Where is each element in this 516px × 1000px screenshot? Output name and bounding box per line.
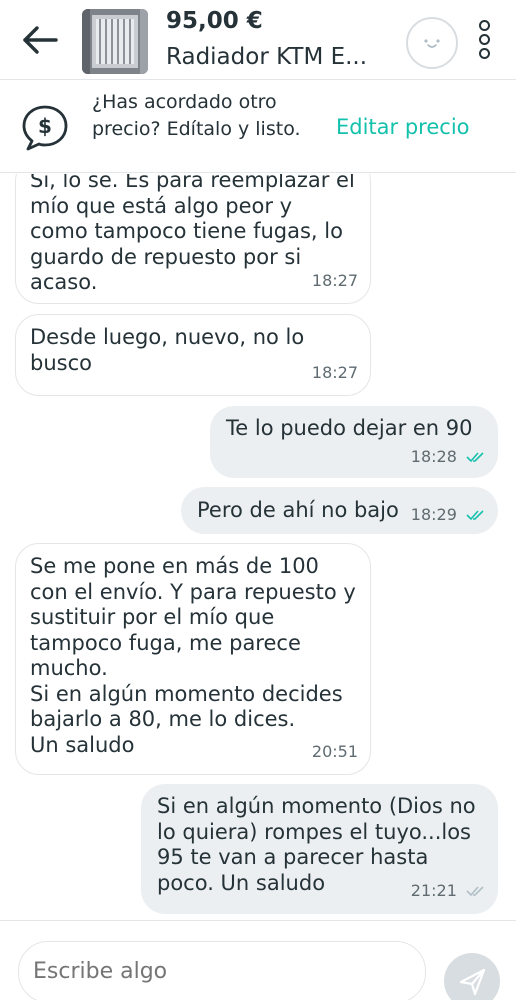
message-bubble-incoming: Sí, lo sé. Es para reemplazar el mío que… — [15, 174, 371, 304]
item-title[interactable]: Radiador KTM E... — [166, 44, 367, 70]
chat-header: 95,00 € Radiador KTM E... — [0, 0, 516, 80]
message-meta: 18:28 — [411, 444, 486, 470]
message-list[interactable]: Sí, lo sé. Es para reemplazar el mío que… — [0, 174, 516, 920]
send-icon — [459, 968, 486, 996]
price-chat-icon: $ — [20, 103, 70, 153]
message-meta: 18:29 — [411, 502, 486, 528]
price-edit-banner: $ ¿Has acordado otro precio? Edítalo y l… — [0, 81, 516, 173]
message-time: 20:51 — [311, 741, 358, 761]
item-thumbnail[interactable] — [82, 9, 148, 74]
back-arrow-icon[interactable] — [20, 22, 60, 58]
message-text: Se me pone en más de 100 con el envío. Y… — [30, 554, 356, 757]
message-time: 18:28 — [410, 446, 457, 466]
sent-ticks-icon — [466, 879, 486, 905]
item-price: 95,00 € — [166, 8, 263, 34]
message-text: Desde luego, nuevo, no lo busco — [30, 325, 305, 375]
user-avatar[interactable] — [406, 17, 458, 69]
banner-message: ¿Has acordado otro precio? Edítalo y lis… — [92, 91, 301, 140]
message-bubble-outgoing: Si en algún momento (Dios no lo quiera) … — [141, 784, 498, 914]
message-time: 18:27 — [311, 270, 358, 290]
message-bubble-incoming: Desde luego, nuevo, no lo busco 18:27 — [15, 314, 371, 396]
read-ticks-icon — [466, 503, 486, 529]
message-time: 21:21 — [410, 880, 457, 900]
message-input[interactable] — [18, 941, 426, 1000]
edit-price-link[interactable]: Editar precio — [336, 115, 470, 139]
message-bubble-outgoing: Pero de ahí no bajo 18:29 — [181, 487, 498, 534]
svg-text:$: $ — [38, 114, 52, 138]
message-text: Sí, lo sé. Es para reemplazar el mío que… — [30, 174, 355, 294]
message-text: Te lo puedo dejar en 90 — [226, 416, 473, 440]
avatar-face-icon — [424, 39, 440, 48]
read-ticks-icon — [466, 445, 486, 471]
send-button[interactable] — [444, 953, 500, 1000]
message-meta: 21:21 — [411, 878, 486, 904]
message-bubble-incoming: Se me pone en más de 100 con el envío. Y… — [15, 543, 371, 775]
message-time: 18:27 — [311, 362, 358, 382]
more-options-icon[interactable] — [474, 18, 496, 62]
message-time: 18:29 — [410, 505, 457, 524]
message-bubble-outgoing: Te lo puedo dejar en 90 18:28 — [210, 406, 498, 478]
message-composer — [0, 920, 516, 1000]
